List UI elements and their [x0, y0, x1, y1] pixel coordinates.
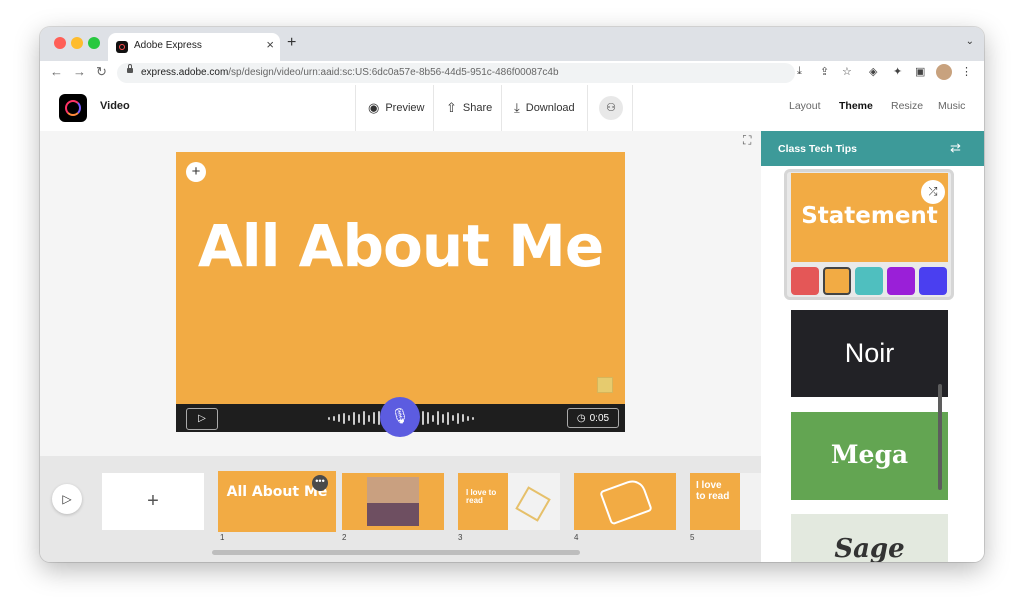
scene-thumbnail-3[interactable]: I love to read: [458, 473, 560, 530]
duration-badge[interactable]: ◷ 0:05: [567, 408, 619, 428]
theme-panel: Class Tech Tips ⇄ Statement ⤮ Noir Mega …: [761, 131, 984, 562]
new-tab-button[interactable]: +: [287, 34, 296, 52]
preview-label: Preview: [385, 102, 425, 114]
extensions-puzzle-icon[interactable]: ✦: [893, 65, 902, 78]
theme-panel-header: Class Tech Tips ⇄: [761, 131, 984, 166]
fit-screen-icon[interactable]: ⛶: [743, 133, 751, 148]
duration-text: 0:05: [589, 412, 610, 424]
timeline-scrollbar[interactable]: [212, 550, 580, 555]
reload-icon[interactable]: ↻: [96, 64, 107, 80]
profile-avatar[interactable]: [936, 64, 952, 80]
theme-name: Sage: [834, 534, 905, 562]
book-icon: [515, 486, 551, 522]
scene-number: 5: [690, 533, 695, 542]
extension-layers-icon[interactable]: ◈: [869, 65, 877, 78]
eye-icon: ◉: [368, 100, 380, 115]
tab-title: Adobe Express: [134, 40, 202, 51]
install-app-icon[interactable]: ⤓: [797, 65, 802, 78]
lock-icon: [127, 64, 133, 73]
download-button[interactable]: ⤓ Download: [501, 85, 587, 131]
scene-number: 3: [458, 533, 463, 542]
theme-card-sage[interactable]: Sage: [791, 514, 948, 562]
theme-panel-title: Class Tech Tips: [778, 143, 857, 155]
theme-name: Statement: [801, 203, 938, 229]
add-scene-button[interactable]: +: [102, 473, 204, 530]
waveform-left: [328, 411, 388, 425]
side-panel-icon[interactable]: ▣: [915, 65, 925, 78]
scene-text: I love to read: [466, 488, 497, 506]
theme-card-mega[interactable]: Mega: [791, 412, 948, 500]
scene-thumbnail-2[interactable]: [342, 473, 444, 530]
scene-number: 4: [574, 533, 579, 542]
color-swatch-purple[interactable]: [887, 267, 915, 295]
timeline-play-icon[interactable]: ▷: [52, 484, 82, 514]
close-window-button[interactable]: [54, 37, 66, 49]
swap-icon[interactable]: ⇄: [950, 140, 961, 156]
address-bar: ← → ↻ express.adobe.com/sp/design/video/…: [40, 61, 984, 86]
scene-thumbnail-1[interactable]: All About Me •••: [218, 471, 336, 532]
pizza-icon: [599, 476, 653, 526]
maximize-window-button[interactable]: [88, 37, 100, 49]
color-swatch-blue[interactable]: [919, 267, 947, 295]
tab-theme[interactable]: Theme: [839, 100, 873, 112]
scene-thumbnail-4[interactable]: [574, 473, 676, 530]
download-icon: ⤓: [514, 100, 520, 115]
adobe-express-favicon-icon: [116, 41, 128, 53]
more-icon[interactable]: •••: [312, 475, 328, 491]
slide-title-text[interactable]: All About Me: [176, 208, 625, 284]
share-page-icon[interactable]: ⇪: [820, 65, 829, 78]
document-title[interactable]: Video: [100, 100, 130, 112]
tab-bar: Adobe Express × + ⌄: [40, 27, 984, 61]
theme-card-noir[interactable]: Noir: [791, 310, 948, 397]
tab-layout[interactable]: Layout: [789, 100, 821, 112]
scene-number: 1: [220, 533, 225, 542]
clock-icon: ◷: [576, 412, 586, 424]
browser-menu-icon[interactable]: ⋮: [961, 65, 972, 78]
minimize-window-button[interactable]: [71, 37, 83, 49]
shuffle-icon[interactable]: ⤮: [921, 180, 945, 204]
scene-text: I love to read: [696, 480, 730, 502]
share-label: Share: [462, 102, 493, 114]
theme-name: Mega: [830, 440, 909, 469]
color-swatch-red[interactable]: [791, 267, 819, 295]
add-element-plus-icon[interactable]: +: [186, 162, 206, 182]
scene-photo-shade: [367, 503, 419, 526]
preview-button[interactable]: ◉ Preview: [355, 85, 433, 131]
url-field[interactable]: express.adobe.com/sp/design/video/urn:aa…: [117, 63, 795, 83]
color-swatch-teal[interactable]: [855, 267, 883, 295]
color-swatch-orange[interactable]: [823, 267, 851, 295]
waveform-right: [422, 411, 482, 425]
theme-name: Noir: [844, 338, 895, 368]
share-button[interactable]: ⇧ Share: [433, 85, 501, 131]
browser-window: Adobe Express × + ⌄ ← → ↻ express.adobe.…: [40, 27, 984, 562]
url-text: express.adobe.com/sp/design/video/urn:aa…: [141, 67, 559, 78]
browser-tab[interactable]: Adobe Express ×: [108, 33, 280, 61]
tab-search-chevron-icon[interactable]: ⌄: [966, 36, 974, 47]
share-icon: ⇧: [446, 100, 457, 115]
tab-music[interactable]: Music: [938, 100, 965, 112]
theme-panel-scrollbar[interactable]: [938, 384, 942, 490]
tab-close-icon[interactable]: ×: [266, 38, 274, 52]
play-icon[interactable]: ▷: [186, 408, 218, 430]
forward-icon[interactable]: →: [73, 64, 86, 79]
slide-canvas[interactable]: + All About Me: [176, 152, 625, 404]
record-playbar: ▷ 🎙 ◷ 0:05: [176, 397, 625, 437]
scene-thumbnail-5[interactable]: I love to read: [690, 473, 761, 530]
app-header: Video ◉ Preview ⇧ Share ⤓ Download ⚇ Layout…: [40, 85, 984, 132]
tab-resize[interactable]: Resize: [891, 100, 923, 112]
back-icon[interactable]: ←: [50, 64, 63, 79]
scene-number: 2: [342, 533, 347, 542]
bookmark-star-icon[interactable]: ☆: [842, 65, 852, 78]
download-label: Download: [525, 102, 575, 114]
invite-person-icon[interactable]: ⚇: [599, 96, 623, 120]
watermark-badge: [597, 377, 613, 393]
mic-record-icon[interactable]: 🎙: [380, 397, 420, 437]
adobe-express-logo-icon[interactable]: [59, 94, 87, 122]
